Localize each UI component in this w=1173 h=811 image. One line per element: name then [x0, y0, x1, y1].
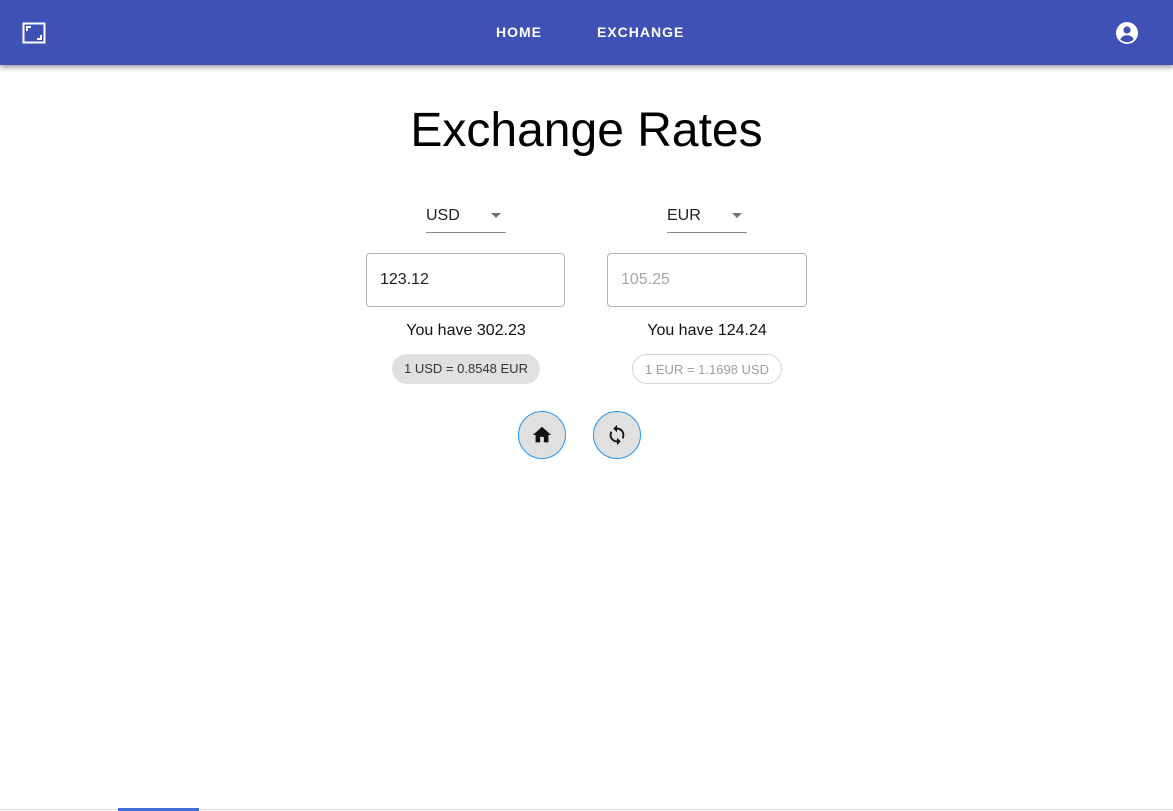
swap-button[interactable]: [593, 411, 641, 459]
to-amount-input[interactable]: [607, 253, 807, 307]
page-title: Exchange Rates: [410, 104, 763, 157]
to-rate-chip[interactable]: 1 EUR = 1.1698 USD: [632, 354, 782, 384]
from-currency-select[interactable]: USD: [426, 200, 506, 233]
home-icon: [532, 426, 552, 443]
from-rate-chip[interactable]: 1 USD = 0.8548 EUR: [392, 354, 540, 384]
account-circle-icon[interactable]: [1115, 21, 1139, 45]
refresh-swap-icon: [609, 424, 625, 446]
chevron-down-icon: [732, 213, 742, 218]
nav-exchange-link[interactable]: EXCHANGE: [597, 24, 684, 40]
app-bar: HOME EXCHANGE: [0, 0, 1173, 65]
chevron-down-icon: [491, 213, 501, 218]
from-amount-input[interactable]: [366, 253, 565, 307]
from-currency-value: USD: [426, 207, 460, 224]
aspect-ratio-icon[interactable]: [22, 22, 46, 44]
nav-home-link[interactable]: HOME: [496, 24, 542, 40]
to-currency-value: EUR: [667, 207, 701, 224]
to-balance-text: You have 124.24: [647, 322, 767, 339]
from-balance-text: You have 302.23: [406, 322, 526, 339]
to-currency-select[interactable]: EUR: [667, 200, 747, 233]
home-button[interactable]: [518, 411, 566, 459]
